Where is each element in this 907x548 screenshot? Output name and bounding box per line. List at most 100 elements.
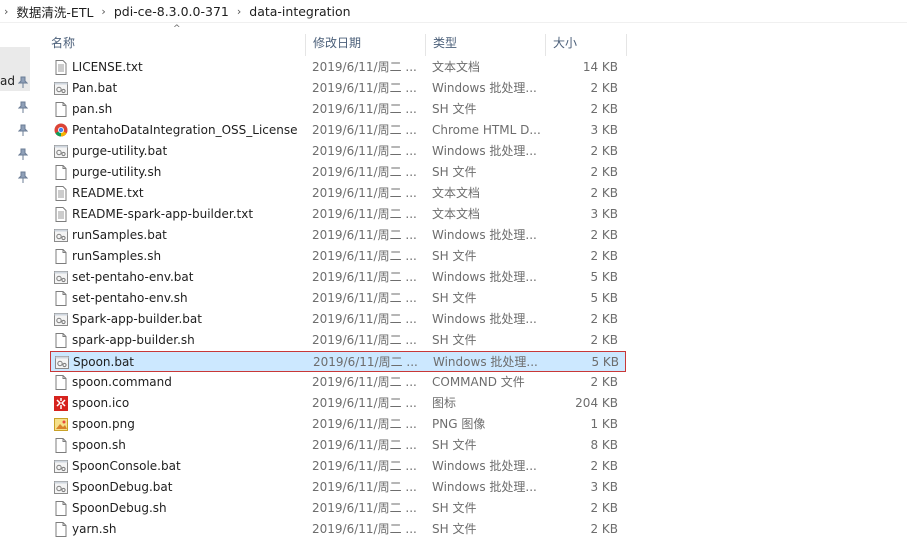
file-type: Windows 批处理... [432, 480, 537, 494]
file-type: 文本文档 [432, 207, 481, 221]
file-size: 2 KB [590, 81, 618, 95]
ico-image-icon [54, 396, 68, 411]
column-headers: 名称 修改日期 类型 大小 [33, 34, 633, 56]
batch-file-icon [54, 81, 68, 96]
file-type: SH 文件 [432, 165, 477, 179]
file-modified-date: 2019/6/11/周二 ... [312, 123, 417, 137]
file-modified-date: 2019/6/11/周二 ... [312, 375, 417, 389]
file-row[interactable]: README.txt 2019/6/11/周二 ... 文本文档 2 KB [50, 183, 626, 204]
file-type: Windows 批处理... [432, 270, 537, 284]
file-name: Pan.bat [72, 81, 118, 95]
generic-file-icon [54, 291, 68, 306]
batch-file-icon [54, 144, 68, 159]
batch-file-icon [55, 355, 69, 370]
file-modified-date: 2019/6/11/周二 ... [312, 459, 417, 473]
file-size: 2 KB [590, 186, 618, 200]
batch-file-icon [54, 312, 68, 327]
file-row[interactable]: purge-utility.sh 2019/6/11/周二 ... SH 文件 2 K… [50, 162, 626, 183]
file-row[interactable]: pan.sh 2019/6/11/周二 ... SH 文件 2 KB [50, 99, 626, 120]
file-name: SpoonConsole.bat [72, 459, 181, 473]
file-row[interactable]: SpoonConsole.bat 2019/6/11/周二 ... Windows … [50, 456, 626, 477]
file-row[interactable]: yarn.sh 2019/6/11/周二 ... SH 文件 2 KB [50, 519, 626, 540]
file-size: 3 KB [590, 480, 618, 494]
file-modified-date: 2019/6/11/周二 ... [312, 60, 417, 74]
file-type: SH 文件 [432, 522, 477, 536]
generic-file-icon [54, 333, 68, 348]
pin-icon [18, 148, 28, 160]
file-row[interactable]: Spark-app-builder.bat 2019/6/11/周二 ... Win… [50, 309, 626, 330]
breadcrumb-item-etl[interactable]: 数据清洗-ETL [16, 2, 93, 21]
file-size: 2 KB [590, 459, 618, 473]
file-row[interactable]: runSamples.sh 2019/6/11/周二 ... SH 文件 2 KB [50, 246, 626, 267]
file-row[interactable]: set-pentaho-env.sh 2019/6/11/周二 ... SH 文件 5… [50, 288, 626, 309]
file-row[interactable]: spark-app-builder.sh 2019/6/11/周二 ... SH 文… [50, 330, 626, 351]
file-type: 文本文档 [432, 60, 481, 74]
column-header-size[interactable]: 大小 [547, 34, 625, 56]
navigation-pane: ad [0, 23, 32, 548]
file-name: SpoonDebug.sh [72, 501, 167, 515]
file-size: 3 KB [590, 207, 618, 221]
file-row[interactable]: runSamples.bat 2019/6/11/周二 ... Windows 批处… [50, 225, 626, 246]
file-modified-date: 2019/6/11/周二 ... [312, 102, 417, 116]
file-modified-date: 2019/6/11/周二 ... [312, 333, 417, 347]
file-row[interactable]: Pan.bat 2019/6/11/周二 ... Windows 批处理... 2 K… [50, 78, 626, 99]
chevron-right-icon[interactable]: › [4, 5, 8, 18]
file-type: SH 文件 [432, 333, 477, 347]
file-row[interactable]: set-pentaho-env.bat 2019/6/11/周二 ... Windo… [50, 267, 626, 288]
file-size: 2 KB [590, 102, 618, 116]
pin-icon [18, 171, 28, 183]
file-row[interactable]: spoon.command 2019/6/11/周二 ... COMMAND 文件 2… [50, 372, 626, 393]
file-type: 图标 [432, 396, 457, 410]
file-type: SH 文件 [432, 501, 477, 515]
column-divider[interactable] [545, 34, 546, 56]
file-row[interactable]: spoon.sh 2019/6/11/周二 ... SH 文件 8 KB [50, 435, 626, 456]
file-size: 2 KB [590, 228, 618, 242]
breadcrumb-item-data-integration[interactable]: data-integration [249, 4, 350, 19]
file-name: purge-utility.bat [72, 144, 168, 158]
file-size: 5 KB [591, 355, 619, 369]
file-name: Spoon.bat [73, 355, 135, 369]
text-file-icon [54, 60, 68, 75]
file-name: spoon.sh [72, 438, 126, 452]
generic-file-icon [54, 375, 68, 390]
column-divider[interactable] [626, 34, 627, 56]
file-modified-date: 2019/6/11/周二 ... [312, 249, 417, 263]
file-type: Windows 批处理... [432, 312, 537, 326]
breadcrumb-item-pdi[interactable]: pdi-ce-8.3.0.0-371 [114, 4, 229, 19]
text-file-icon [54, 186, 68, 201]
nav-item-partial[interactable]: ad [0, 71, 32, 93]
chevron-right-icon[interactable]: › [101, 5, 105, 18]
file-name: runSamples.bat [72, 228, 167, 242]
file-row[interactable]: README-spark-app-builder.txt 2019/6/11/周二… [50, 204, 626, 225]
column-header-name[interactable]: 名称 [45, 34, 303, 56]
file-type: PNG 图像 [432, 417, 486, 431]
file-row[interactable]: spoon.ico 2019/6/11/周二 ... 图标 204 KB [50, 393, 626, 414]
file-modified-date: 2019/6/11/周二 ... [312, 480, 417, 494]
file-size: 8 KB [590, 438, 618, 452]
text-file-icon [54, 207, 68, 222]
file-name: SpoonDebug.bat [72, 480, 173, 494]
file-row[interactable]: purge-utility.bat 2019/6/11/周二 ... Windows… [50, 141, 626, 162]
file-row[interactable]: LICENSE.txt 2019/6/11/周二 ... 文本文档 14 KB [50, 57, 626, 78]
file-size: 14 KB [582, 60, 618, 74]
column-header-type[interactable]: 类型 [427, 34, 545, 56]
file-size: 3 KB [590, 123, 618, 137]
column-divider[interactable] [425, 34, 426, 56]
column-divider[interactable] [305, 34, 306, 56]
generic-file-icon [54, 249, 68, 264]
chevron-right-icon[interactable]: › [237, 5, 241, 18]
file-size: 2 KB [590, 333, 618, 347]
file-row[interactable]: SpoonDebug.sh 2019/6/11/周二 ... SH 文件 2 KB [50, 498, 626, 519]
file-row[interactable]: SpoonDebug.bat 2019/6/11/周二 ... Windows 批处… [50, 477, 626, 498]
file-modified-date: 2019/6/11/周二 ... [312, 312, 417, 326]
file-row[interactable]: Spoon.bat 2019/6/11/周二 ... Windows 批处理... 5… [50, 351, 626, 372]
column-header-date[interactable]: 修改日期 [307, 34, 425, 56]
file-name: yarn.sh [72, 522, 117, 536]
file-modified-date: 2019/6/11/周二 ... [312, 81, 417, 95]
file-name: LICENSE.txt [72, 60, 143, 74]
file-modified-date: 2019/6/11/周二 ... [312, 438, 417, 452]
file-row[interactable]: PentahoDataIntegration_OSS_License... 201… [50, 120, 626, 141]
file-size: 1 KB [590, 417, 618, 431]
batch-file-icon [54, 270, 68, 285]
file-row[interactable]: spoon.png 2019/6/11/周二 ... PNG 图像 1 KB [50, 414, 626, 435]
